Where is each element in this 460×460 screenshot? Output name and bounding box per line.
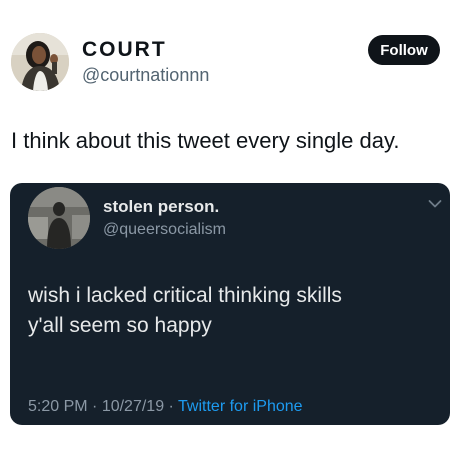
embedded-tweet-card: stolen person. @queersocialism wish i la…	[10, 183, 450, 425]
chevron-down-icon[interactable]	[428, 199, 442, 209]
embedded-avatar	[28, 187, 90, 249]
tweet-time: 5:20 PM	[28, 398, 88, 415]
meta-separator: ·	[87, 398, 102, 415]
embedded-user-handle: @queersocialism	[103, 221, 226, 238]
display-name[interactable]: COURT	[82, 38, 167, 62]
embedded-tweet-line: y'all seem so happy	[28, 314, 212, 337]
embedded-tweet-meta: 5:20 PM · 10/27/19 · Twitter for iPhone	[28, 397, 303, 417]
profile-photo	[11, 33, 69, 91]
tweet-screenshot: COURT @courtnationnn Follow I think abou…	[0, 0, 460, 460]
tweet-text: I think about this tweet every single da…	[11, 128, 400, 153]
tweet-date: 10/27/19	[101, 398, 165, 415]
meta-separator: ·	[164, 398, 179, 415]
embedded-tweet-text: wish i lacked critical thinking skills y…	[28, 281, 342, 341]
embedded-display-name: stolen person.	[103, 197, 220, 216]
embedded-tweet-line: wish i lacked critical thinking skills	[28, 284, 342, 307]
follow-button[interactable]: Follow	[368, 35, 440, 65]
tweet-source: Twitter for iPhone	[178, 398, 303, 415]
avatar[interactable]	[11, 33, 69, 91]
user-handle[interactable]: @courtnationnn	[82, 64, 209, 86]
embedded-profile-photo	[28, 187, 90, 249]
